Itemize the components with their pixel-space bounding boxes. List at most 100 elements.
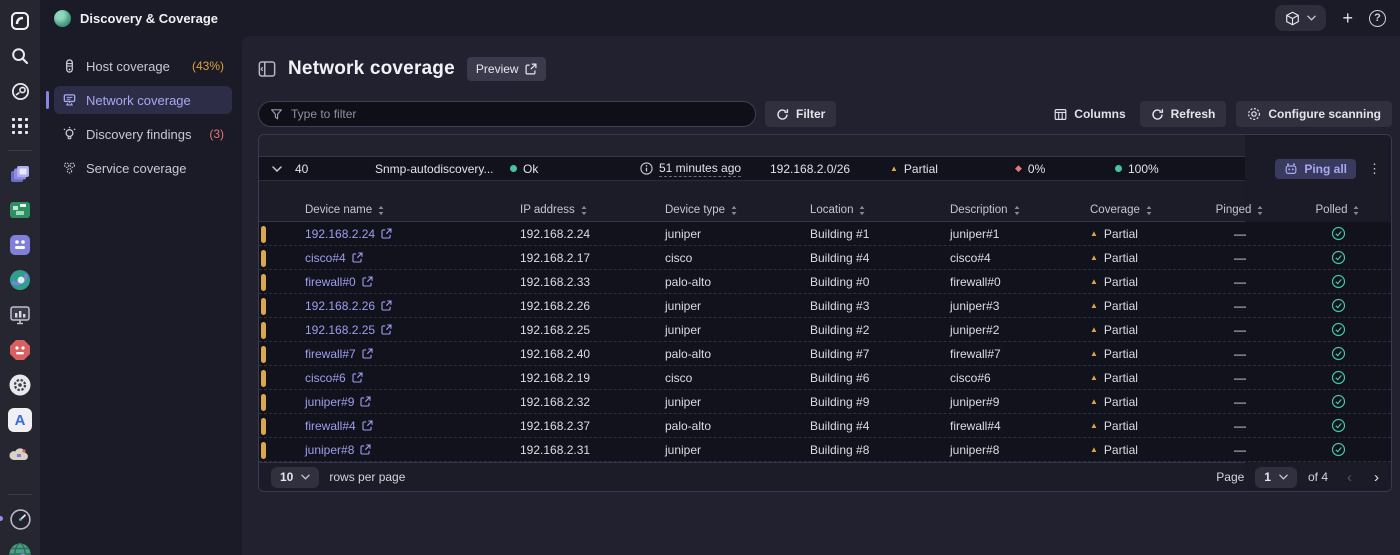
device-name-link[interactable]: 192.168.2.26 [305,299,392,313]
rows-per-page-select[interactable]: 10 [271,466,320,488]
product-header: Discovery & Coverage [54,9,218,27]
device-coverage: ▲ Partial [1090,274,1138,289]
monitor-chart-app-icon[interactable] [7,302,33,328]
device-name-link[interactable]: firewall#7 [305,347,373,361]
device-row[interactable]: firewall#4 192.168.2.37 palo-alto Buildi… [259,414,1391,438]
synthetics-app-icon[interactable] [7,267,33,293]
help-button[interactable]: ? [1369,9,1386,27]
cloud-app-icon[interactable] [7,442,33,468]
external-link-icon [362,348,373,359]
gauge-app-icon[interactable] [0,506,33,532]
sort-icon [730,205,738,216]
sidebar-item-discovery-findings[interactable]: Discovery findings (3) [54,120,232,148]
sort-icon [377,205,385,216]
device-polled [1285,418,1391,433]
device-ip: 192.168.2.25 [520,322,591,337]
row-menu-kebab-icon[interactable]: ⋮ [1368,162,1381,175]
device-name-link[interactable]: juniper#8 [305,443,371,457]
device-name: juniper#8 [305,442,355,457]
prev-page-button[interactable]: ‹ [1347,469,1352,486]
warning-triangle-icon: ▲ [1090,444,1098,454]
scope-selector[interactable] [1275,5,1327,31]
preview-label: Preview [475,62,519,76]
lightbulb-icon [63,126,76,140]
scanning-status: Ok [510,162,640,176]
sidebar-item-label: Service coverage [86,160,187,176]
columns-button[interactable]: Columns [1050,107,1129,121]
network-globe-app-icon[interactable] [7,541,33,555]
configure-scanning-button[interactable]: Configure scanning [1236,101,1392,127]
device-polled [1285,394,1391,409]
logo-icon[interactable] [7,8,33,34]
device-name-link[interactable]: juniper#9 [305,395,371,409]
col-device-polled[interactable]: Polled [1285,204,1391,216]
check-circle-icon [1331,442,1346,457]
infrastructure-app-icon[interactable] [7,162,33,188]
sidebar-item-service-coverage[interactable]: Service coverage [54,154,232,182]
settings-circle-app-icon[interactable] [7,372,33,398]
dashboards-app-icon[interactable] [7,232,33,258]
preview-button[interactable]: Preview [466,57,546,81]
filter-button[interactable]: Filter [765,101,837,127]
device-row[interactable]: firewall#7 192.168.2.40 palo-alto Buildi… [259,342,1391,366]
col-device-name[interactable]: Device name [305,204,520,216]
col-location[interactable]: Location [810,204,950,216]
watchdog-icon[interactable] [7,78,33,104]
device-pinged: — [1234,394,1246,409]
device-coverage: ▲ Partial [1090,394,1138,409]
ip-range-row[interactable]: 40 Snmp-autodiscovery... Ok 51 minutes a… [259,157,1391,181]
device-polled [1285,370,1391,385]
sidebar-item-network-coverage[interactable]: Network coverage [46,86,232,114]
coverage-percent-badge: (43%) [191,59,224,73]
col-device-coverage[interactable]: Coverage [1090,204,1195,216]
device-row[interactable]: 192.168.2.24 192.168.2.24 juniper Buildi… [259,222,1391,246]
apps-grid-icon[interactable] [7,113,33,139]
expand-chevron-icon[interactable] [259,166,295,172]
search-icon[interactable] [7,43,33,69]
external-link-icon [525,63,537,75]
device-row[interactable]: cisco#6 192.168.2.19 cisco Building #6 c… [259,366,1391,390]
device-row[interactable]: 192.168.2.25 192.168.2.25 juniper Buildi… [259,318,1391,342]
apm-a-app-icon[interactable]: A [7,407,33,433]
add-button[interactable]: + [1342,9,1353,27]
chevron-down-icon [1279,474,1288,480]
device-pinged: — [1234,274,1246,289]
metrics-map-app-icon[interactable] [7,197,33,223]
filter-input[interactable] [258,101,756,127]
sort-icon [1145,205,1153,216]
device-name-link[interactable]: 192.168.2.25 [305,323,392,337]
product-icon [54,9,71,27]
col-device-type[interactable]: Device type [665,204,810,216]
device-name-link[interactable]: cisco#6 [305,371,363,385]
device-row[interactable]: juniper#9 192.168.2.32 juniper Building … [259,390,1391,414]
device-name: firewall#0 [305,274,356,289]
scan-gear-icon [1247,107,1261,121]
device-polled [1285,322,1391,337]
last-scan[interactable]: 51 minutes ago [640,161,770,177]
device-name-link[interactable]: 192.168.2.24 [305,227,392,241]
device-coverage: ▲ Partial [1090,322,1138,337]
findings-count-badge: (3) [209,127,224,141]
check-circle-icon [1331,370,1346,385]
check-circle-icon [1331,250,1346,265]
refresh-button[interactable]: Refresh [1139,101,1227,127]
next-page-button[interactable]: › [1374,469,1379,486]
ping-all-button[interactable]: Ping all [1275,158,1356,179]
device-name: cisco#6 [305,370,346,385]
device-row[interactable]: juniper#8 192.168.2.31 juniper Building … [259,438,1391,462]
device-coverage: ▲ Partial [1090,250,1138,265]
device-name-link[interactable]: cisco#4 [305,251,363,265]
device-name-link[interactable]: firewall#0 [305,275,373,289]
col-ip-address[interactable]: IP address [520,204,665,216]
error-tracking-app-icon[interactable] [7,337,33,363]
device-row[interactable]: 192.168.2.26 192.168.2.26 juniper Buildi… [259,294,1391,318]
page-select[interactable]: 1 [1255,466,1297,488]
device-name-link[interactable]: firewall#4 [305,419,373,433]
device-row[interactable]: firewall#0 192.168.2.33 palo-alto Buildi… [259,270,1391,294]
device-coverage: ▲ Partial [1090,226,1138,241]
col-device-pinged[interactable]: Pinged [1195,204,1285,216]
col-description[interactable]: Description [950,204,1090,216]
collapse-sidebar-icon[interactable] [258,60,276,78]
device-row[interactable]: cisco#4 192.168.2.17 cisco Building #4 c… [259,246,1391,270]
sidebar-item-host-coverage[interactable]: Host coverage (43%) [54,52,232,80]
